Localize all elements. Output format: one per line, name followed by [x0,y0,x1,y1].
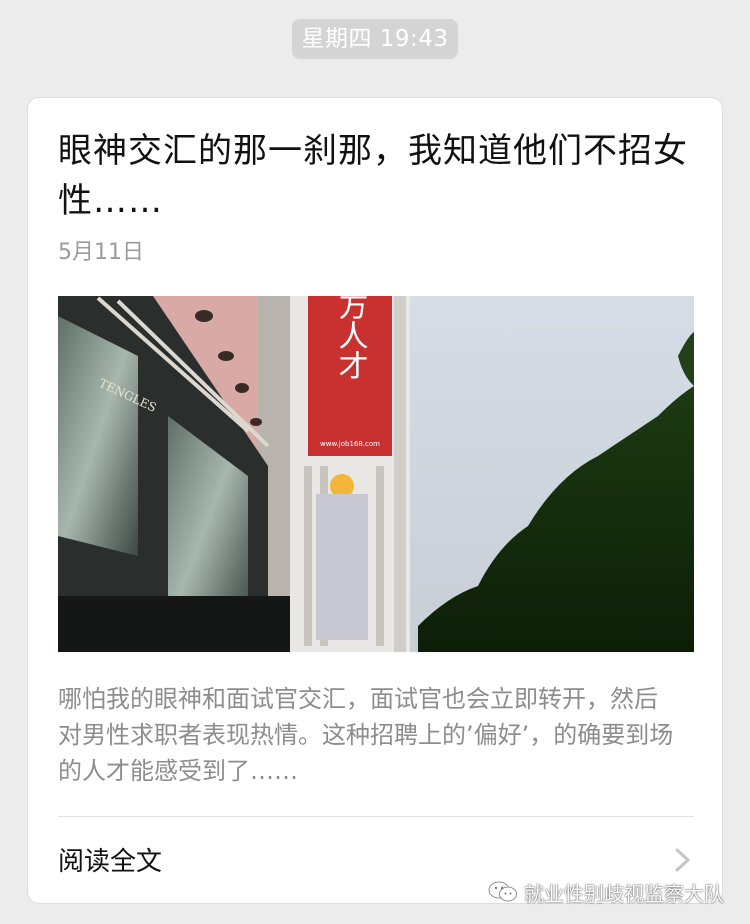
watermark-text: 就业性别歧视监察大队 [524,881,724,906]
article-title[interactable]: 眼神交汇的那一刹那，我知道他们不招女性…… [58,126,698,226]
chevron-right-icon [675,848,690,872]
censor-block [316,494,368,640]
article-summary: 哪怕我的眼神和面试官交汇，面试官也会立即转开，然后对男性求职者表现热情。这种招聘… [58,685,674,785]
account-watermark: 就业性别歧视监察大队 [488,878,724,906]
chat-screen: 星期四 19:43 眼神交汇的那一刹那，我知道他们不招女性…… 5月11日 南方… [0,0,750,924]
wechat-logo-icon [488,881,517,902]
article-card[interactable]: 眼神交汇的那一刹那，我知道他们不招女性…… 5月11日 南方人才 www.job… [27,97,723,904]
read-more-label: 阅读全文 [58,847,163,877]
message-timestamp: 星期四 19:43 [292,19,458,59]
article-date: 5月11日 [58,240,144,265]
article-cover-image[interactable]: 南方人才 www.job168.com TENGLES [58,296,694,652]
sign-url: www.job168.com [320,440,380,448]
sign-text: 南方人才 [333,296,368,380]
